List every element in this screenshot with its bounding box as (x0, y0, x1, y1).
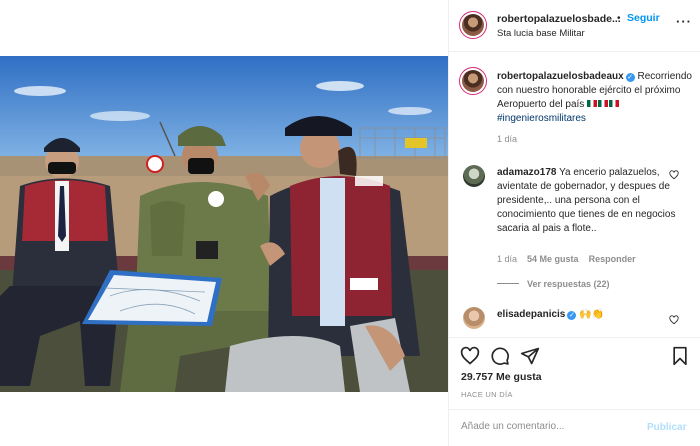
verified-badge-icon: ✓ (625, 73, 635, 82)
post-photo[interactable] (0, 56, 448, 392)
post-caption: robertopalazuelosbadeaux ✓ Recorriendo co… (497, 70, 693, 126)
post-timestamp[interactable]: HACE UN DÍA (461, 390, 513, 399)
commenter-avatar[interactable] (463, 165, 485, 187)
post-media (0, 0, 448, 446)
author-username[interactable]: robertopalazuelosbade... (497, 13, 621, 25)
instagram-post: robertopalazuelosbade... • Seguir Sta lu… (0, 0, 700, 446)
caption-time[interactable]: 1 día (497, 134, 517, 144)
more-horizontal-icon[interactable]: ··· (676, 14, 692, 29)
caption-username[interactable]: robertopalazuelosbadeaux (497, 71, 624, 82)
view-replies-label: Ver respuestas (22) (527, 279, 610, 289)
mexico-flag-icon (598, 100, 609, 107)
caption-hashtag[interactable]: #ingenierosmilitares (497, 113, 586, 124)
send-icon[interactable] (520, 346, 540, 366)
comment-text: 🙌👏 (579, 309, 605, 320)
comment-username[interactable]: elisadepanicis (497, 309, 565, 320)
comment-item: adamazo178 Ya encerio palazuelos, avient… (497, 166, 683, 236)
author-avatar[interactable] (459, 11, 487, 39)
comment-username[interactable]: adamazo178 (497, 167, 556, 178)
comment-item: elisadepanicis ✓ 🙌👏 (497, 308, 683, 322)
verified-badge-icon: ✓ (567, 311, 577, 320)
comment-likes[interactable]: 54 Me gusta (527, 254, 579, 264)
mexico-flag-icon (587, 100, 598, 107)
commenter-avatar[interactable] (463, 307, 485, 329)
caption-avatar[interactable] (459, 67, 487, 95)
reply-button[interactable]: Responder (589, 254, 636, 264)
post-location[interactable]: Sta lucia base Militar (497, 28, 585, 39)
post-likes-count[interactable]: 29.757 Me gusta (461, 371, 542, 383)
replies-divider (497, 283, 519, 284)
view-replies-button[interactable]: Ver respuestas (22) (497, 279, 610, 289)
add-comment-bar: Publicar (449, 409, 700, 446)
publish-button[interactable]: Publicar (647, 422, 686, 433)
comment-time[interactable]: 1 día (497, 254, 517, 264)
post-side-panel: robertopalazuelosbade... • Seguir Sta lu… (448, 0, 700, 446)
comment-meta: 1 día 54 Me gusta Responder (497, 254, 636, 264)
heart-icon[interactable] (460, 346, 480, 366)
post-actions: 29.757 Me gusta HACE UN DÍA Publicar (449, 337, 700, 446)
mexico-flag-icon (609, 100, 620, 107)
bookmark-icon[interactable] (670, 346, 690, 366)
post-header: robertopalazuelosbade... • Seguir Sta lu… (449, 0, 700, 52)
header-separator: • (617, 13, 621, 24)
comment-icon[interactable] (490, 346, 510, 366)
comment-like-heart-icon[interactable] (669, 315, 679, 325)
follow-button[interactable]: Seguir (627, 12, 660, 24)
comment-like-heart-icon[interactable] (669, 170, 679, 180)
add-comment-input[interactable] (461, 421, 641, 432)
